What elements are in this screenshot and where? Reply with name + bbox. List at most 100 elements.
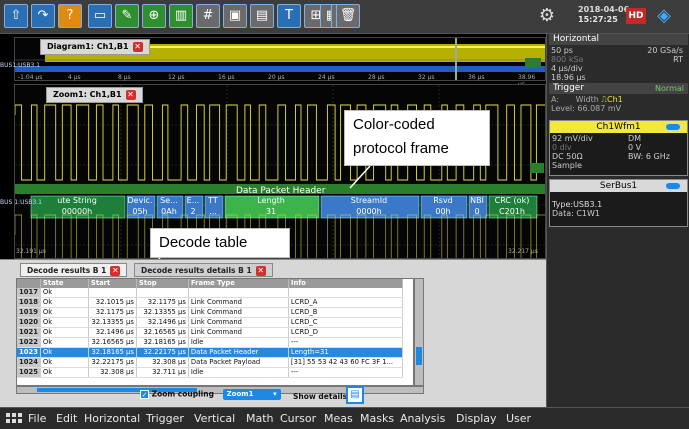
row-index: 1023 <box>17 347 41 358</box>
horizontal-title[interactable]: Horizontal <box>549 34 688 45</box>
row-state: Ok <box>40 337 89 348</box>
menu-bar: File Edit Horizontal Trigger Vertical Math Cur… <box>0 407 689 429</box>
row-start <box>88 288 137 298</box>
show-details-label: Show details <box>293 392 348 401</box>
tab-decode-details[interactable]: Decode results details B 1 ✕ <box>134 263 273 277</box>
callout-arrows <box>135 165 371 283</box>
menu-item-math[interactable]: Math <box>246 412 274 426</box>
serbus-type: Type:USB3.1 <box>552 200 603 209</box>
row-stop: 32.308 µs <box>136 357 189 368</box>
row-frame-type: Idle <box>188 367 289 378</box>
time-per-div: 4 µs/div <box>551 64 583 73</box>
menu-item-masks[interactable]: Masks <box>360 412 394 426</box>
trigger-title[interactable]: Trigger Normal <box>549 83 688 94</box>
rs-logo-icon: ◈ <box>657 5 671 26</box>
scrollbar-thumb[interactable] <box>416 347 422 365</box>
zoom-coupling-checkbox[interactable]: ✓ <box>140 390 149 399</box>
row-state: Ok <box>40 297 89 308</box>
row-frame-type <box>188 288 289 298</box>
hd-badge[interactable]: HD <box>626 8 646 24</box>
zoom-select[interactable]: Zoom1 ▾ <box>222 389 281 400</box>
ch1-scale: 92 mV/div <box>552 134 593 143</box>
ch1-mode: DM <box>628 134 642 143</box>
time-scale: 50 ps <box>551 46 573 55</box>
menu-item-file[interactable]: File <box>28 412 46 426</box>
row-info: LCRD_B <box>288 307 403 318</box>
horizontal-position: 18.96 µs <box>551 73 586 82</box>
trigger-type: A: <box>551 95 560 104</box>
show-details-button[interactable]: ▤ <box>346 386 364 404</box>
zoom-select-value: Zoom1 <box>226 390 254 398</box>
close-icon[interactable]: ✕ <box>110 266 121 276</box>
table-row[interactable]: 1018 Ok 32.1015 µs 32.1175 µs Link Command LC… <box>17 297 403 308</box>
table-row[interactable]: 1025 Ok 32.308 µs 32.711 µs Idle --- <box>17 367 403 378</box>
vertical-scrollbar[interactable] <box>414 278 424 386</box>
menu-item-trigger[interactable]: Trigger <box>146 412 184 426</box>
menu-item-meas[interactable]: Meas <box>324 412 353 426</box>
menu-item-cursor[interactable]: Cursor <box>280 412 316 426</box>
channel1-toggle[interactable] <box>665 123 681 131</box>
serbus-box[interactable]: SerBus1 Type:USB3.1 Data: C1W1 <box>549 179 688 227</box>
ch1-bandwidth: BW: 6 GHz <box>628 152 670 161</box>
table-row[interactable]: 1023 Ok 32.18165 µs 32.22175 µs Data Packet … <box>17 347 403 358</box>
tab-decode-results[interactable]: Decode results B 1 ✕ <box>20 263 128 277</box>
row-state: Ok <box>40 327 89 338</box>
table-row[interactable]: 1017 Ok <box>17 288 403 298</box>
trigger-source: Ch1 <box>606 95 623 104</box>
serbus-toggle[interactable] <box>665 182 681 190</box>
row-start: 32.1015 µs <box>88 297 137 308</box>
row-info: --- <box>288 337 403 348</box>
trigger-kind: Width <box>575 95 599 104</box>
row-stop: 32.16565 µs <box>136 327 189 338</box>
date-time: 2018-04-06 15:27:25 <box>578 5 629 25</box>
row-state: Ok <box>40 307 89 318</box>
row-frame-type: Link Command <box>188 327 289 338</box>
record-length: 800 kSa <box>551 55 584 64</box>
column-state[interactable]: State <box>40 279 89 288</box>
row-stop: 32.1175 µs <box>136 297 189 308</box>
row-state: Ok <box>40 357 89 368</box>
row-frame-type: Link Command <box>188 307 289 318</box>
row-stop: 32.18165 µs <box>136 337 189 348</box>
menu-item-user[interactable]: User <box>506 412 531 426</box>
acq-mode: RT <box>673 55 683 64</box>
row-index: 1024 <box>17 357 41 368</box>
row-info <box>288 288 403 298</box>
row-frame-type: Idle <box>188 337 289 348</box>
row-stop <box>136 288 189 298</box>
row-start: 32.308 µs <box>88 367 137 378</box>
apps-grid-icon[interactable] <box>6 413 22 425</box>
menu-item-display[interactable]: Display <box>456 412 497 426</box>
channel1-box[interactable]: Ch1Wfm1 92 mV/div DM 0 div 0 V DC 50Ω BW… <box>549 120 688 176</box>
row-index: 1019 <box>17 307 41 318</box>
menu-item-analysis[interactable]: Analysis <box>400 412 445 426</box>
table-row[interactable]: 1021 Ok 32.1496 µs 32.16565 µs Link Command L… <box>17 327 403 338</box>
row-state: Ok <box>40 288 89 298</box>
table-header: State Start Stop Frame Type Info <box>17 279 403 288</box>
date: 2018-04-06 <box>578 5 630 14</box>
column-frame-type[interactable]: Frame Type <box>188 279 289 288</box>
column-stop[interactable]: Stop <box>136 279 189 288</box>
column-start[interactable]: Start <box>88 279 137 288</box>
table-row[interactable]: 1020 Ok 32.13355 µs 32.1496 µs Link Command L… <box>17 317 403 328</box>
row-index: 1021 <box>17 327 41 338</box>
ch1-offset-div: 0 div <box>552 143 572 152</box>
row-stop: 32.711 µs <box>136 367 189 378</box>
table-row[interactable]: 1022 Ok 32.16565 µs 32.18165 µs Idle --- <box>17 337 403 348</box>
tab-decode-results-label: Decode results B 1 <box>27 266 107 275</box>
menu-item-vertical[interactable]: Vertical <box>194 412 235 426</box>
menu-item-horizontal[interactable]: Horizontal <box>84 412 140 426</box>
table-row[interactable]: 1024 Ok 32.22175 µs 32.308 µs Data Packet Pa… <box>17 357 403 368</box>
tab-decode-details-label: Decode results details B 1 <box>141 266 252 275</box>
row-stop: 32.13355 µs <box>136 307 189 318</box>
row-info: [31] 55 53 42 43 60 FC 3F 1... <box>288 357 403 368</box>
serbus-data: Data: C1W1 <box>552 209 601 218</box>
menu-item-edit[interactable]: Edit <box>56 412 77 426</box>
table-row[interactable]: 1019 Ok 32.1175 µs 32.13355 µs Link Command L… <box>17 307 403 318</box>
row-start: 32.13355 µs <box>88 317 137 328</box>
row-frame-type: Data Packet Header <box>188 347 289 358</box>
row-start: 32.16565 µs <box>88 337 137 348</box>
column-info[interactable]: Info <box>288 279 403 288</box>
decode-table[interactable]: State Start Stop Frame Type Info 1017 Ok 1… <box>16 278 414 386</box>
close-icon[interactable]: ✕ <box>255 266 266 276</box>
